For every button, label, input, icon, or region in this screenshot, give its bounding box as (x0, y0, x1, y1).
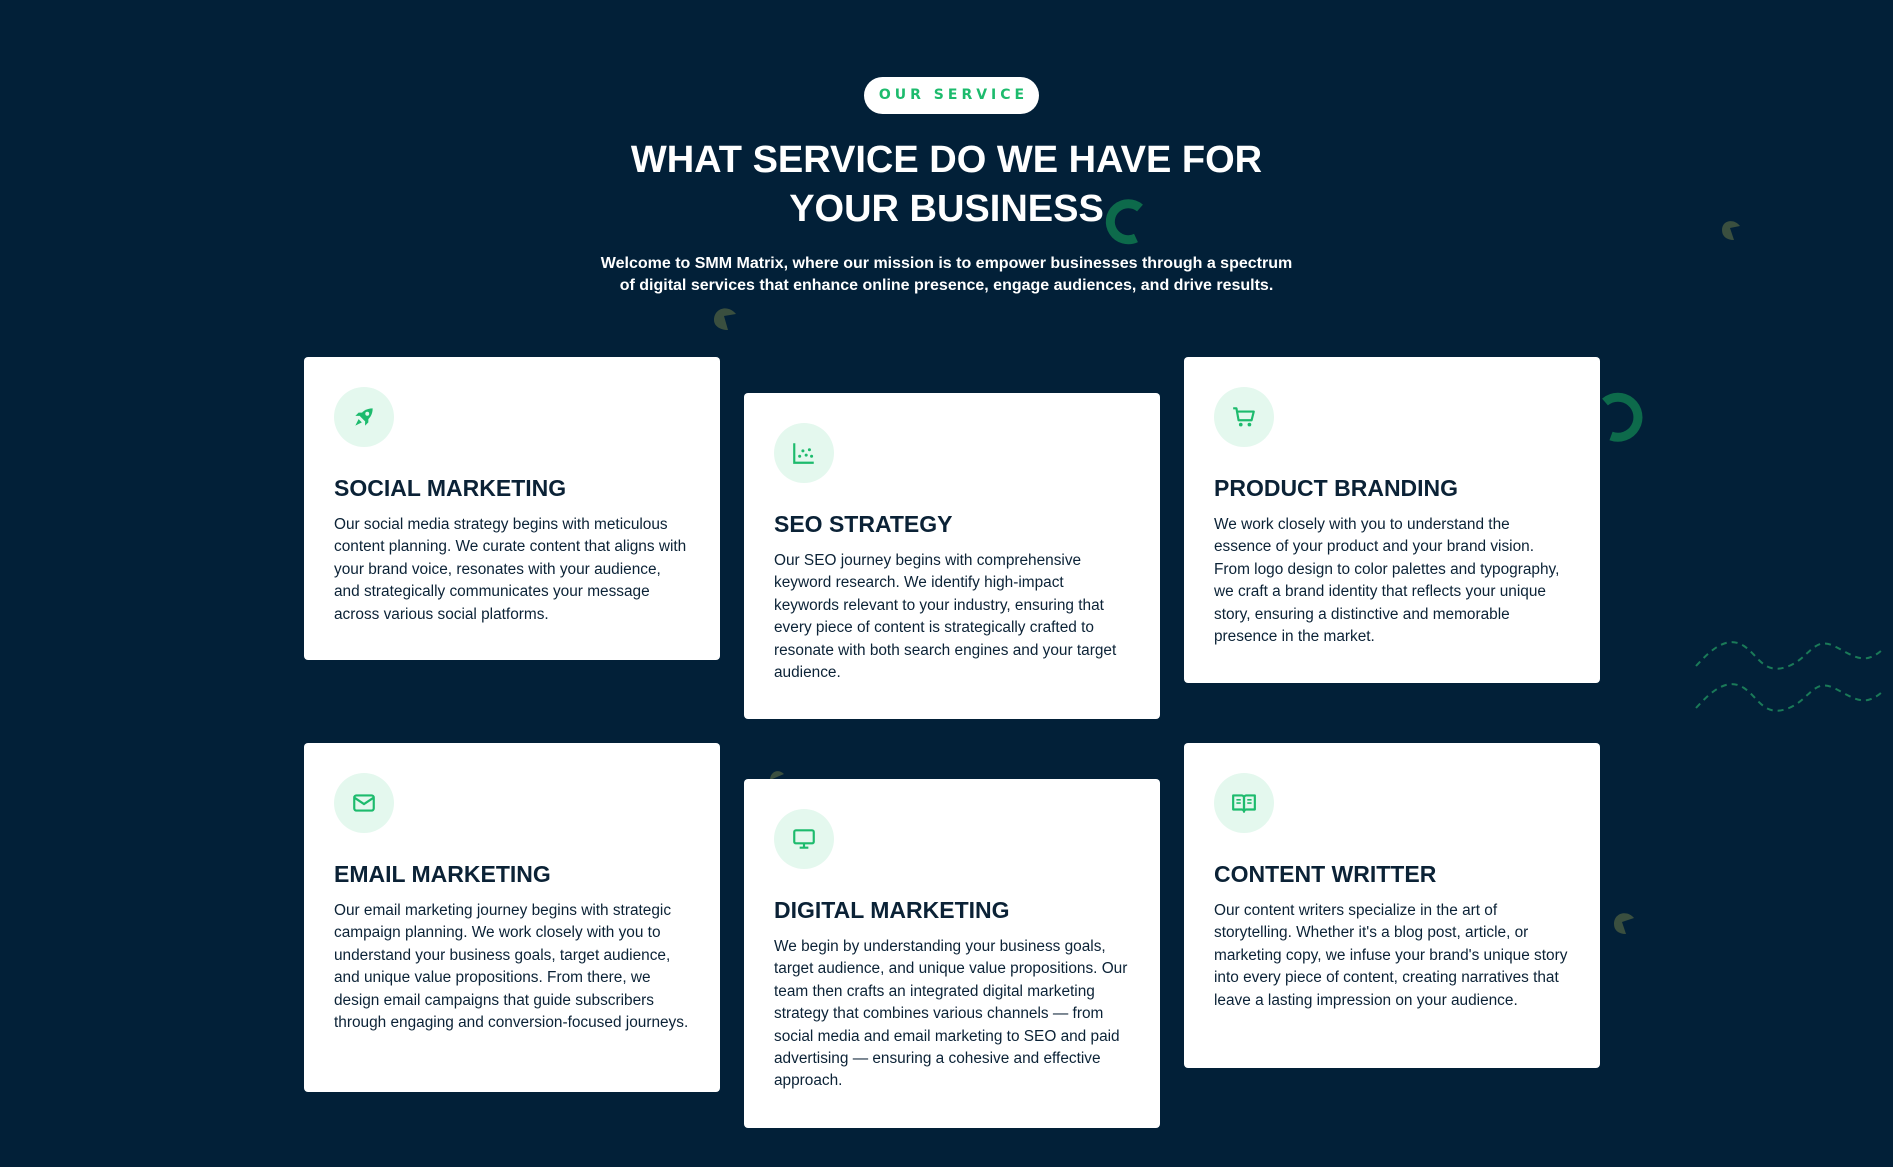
monitor-icon (774, 809, 834, 869)
shopping-cart-icon (1214, 387, 1274, 447)
rocket-icon (334, 387, 394, 447)
open-book-icon (1214, 773, 1274, 833)
card-description: Our email marketing journey begins with … (334, 902, 689, 1032)
scatter-chart-icon (774, 423, 834, 483)
card-title: DIGITAL MARKETING (774, 897, 1010, 923)
section-badge: OUR SERVICE (864, 77, 1039, 114)
decorative-wave-lines (1695, 641, 1883, 712)
card-title: CONTENT WRITTER (1214, 861, 1437, 887)
card-description: Our social media strategy begins with me… (334, 516, 687, 623)
service-card-email-marketing[interactable]: EMAIL MARKETING Our email marketing jour… (304, 743, 720, 1092)
decorative-leaf-left (714, 308, 736, 330)
card-title: SOCIAL MARKETING (334, 475, 567, 501)
card-description: We begin by understanding your business … (774, 938, 1128, 1090)
decorative-leaf-bottom-right (1614, 913, 1634, 934)
card-description: Our SEO journey begins with comprehensiv… (774, 552, 1117, 682)
service-card-digital-marketing[interactable]: DIGITAL MARKETING We begin by understand… (744, 779, 1160, 1128)
decorative-ring-right (1602, 392, 1643, 442)
card-description: Our content writers specialize in the ar… (1214, 902, 1568, 1009)
card-title: EMAIL MARKETING (334, 861, 551, 887)
card-description: We work closely with you to understand t… (1214, 516, 1560, 646)
service-card-seo-strategy[interactable]: SEO STRATEGY Our SEO journey begins with… (744, 393, 1160, 719)
envelope-icon (334, 773, 394, 833)
service-card-product-branding[interactable]: PRODUCT BRANDING We work closely with yo… (1184, 357, 1600, 683)
decorative-leaf-top-right (1722, 221, 1740, 240)
section-title: WHAT SERVICE DO WE HAVE FOR YOUR BUSINES… (630, 139, 1263, 230)
service-card-social-marketing[interactable]: SOCIAL MARKETING Our social media strate… (304, 357, 720, 660)
card-title: PRODUCT BRANDING (1214, 475, 1459, 501)
service-card-content-writter[interactable]: CONTENT WRITTER Our content writers spec… (1184, 743, 1600, 1068)
section-subtitle: Welcome to SMM Matrix, where our mission… (600, 255, 1293, 294)
card-title: SEO STRATEGY (774, 511, 953, 537)
